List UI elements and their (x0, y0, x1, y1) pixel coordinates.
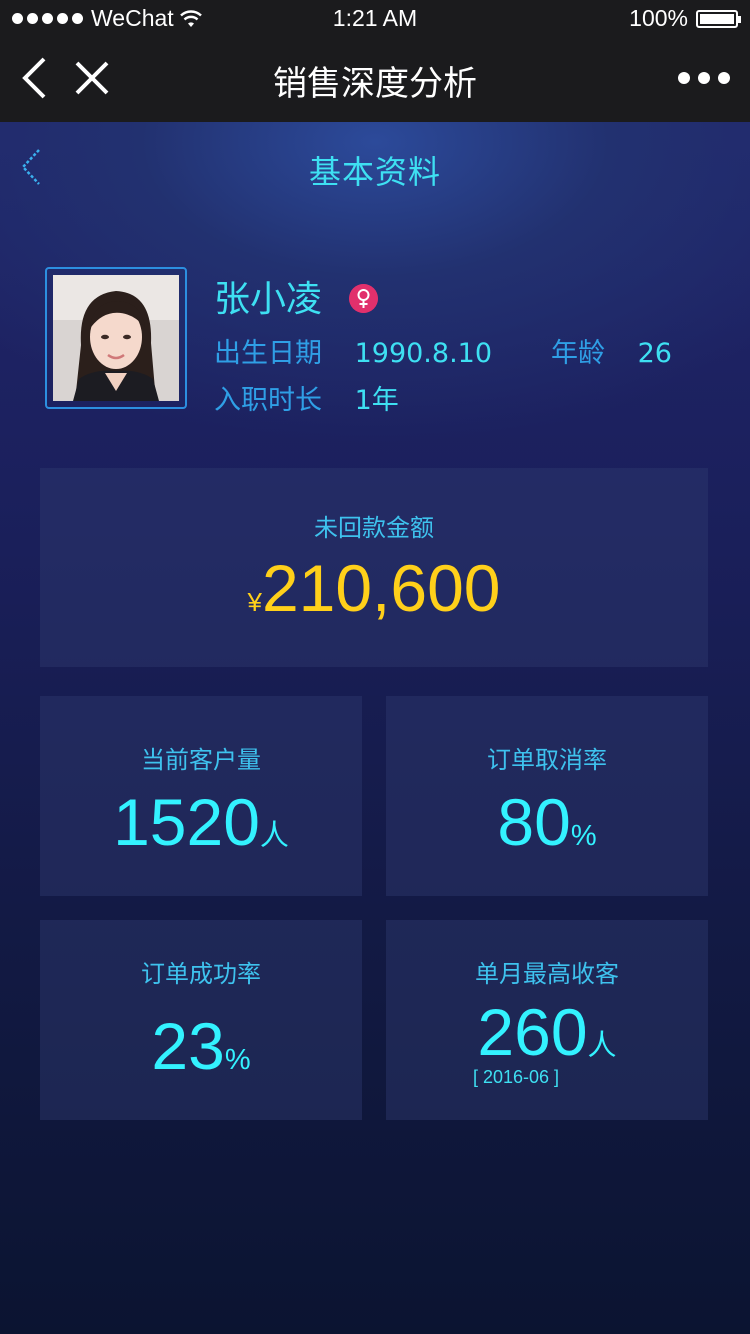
stat-date: [ 2016-06 ] (472, 1067, 560, 1087)
stat-label: 单月最高收客 (475, 960, 619, 988)
unpaid-amount-card: 未回款金额 ¥210,600 (40, 468, 708, 667)
battery-group: 100% (629, 5, 741, 32)
female-icon (349, 284, 378, 313)
birth-value: 1990.8.10 (354, 338, 493, 369)
stat-value: 80 (497, 785, 571, 859)
stat-label: 订单成功率 (141, 960, 261, 988)
tenure-label: 入职时长 (214, 385, 322, 416)
stat-value: 23 (151, 1009, 225, 1083)
avatar-frame (45, 267, 187, 409)
battery-percent: 100% (629, 5, 688, 31)
stat-unit: 人 (259, 820, 289, 852)
currency-symbol: ¥ (247, 587, 262, 617)
birth-row: 出生日期 1990.8.10 (214, 331, 492, 370)
age-row: 年龄 26 (551, 331, 672, 370)
unpaid-amount: ¥210,600 (40, 550, 708, 626)
stat-unit: % (224, 1044, 251, 1076)
stat-value-group: 260人 (386, 994, 708, 1070)
stat-card-success-rate: 订单成功率 23% (40, 920, 362, 1120)
stat-unit: 人 (587, 1030, 617, 1062)
tenure-value: 1年 (354, 385, 399, 416)
avatar (53, 275, 179, 401)
stat-value: 260 (477, 995, 588, 1069)
nav-bar: 销售深度分析 (0, 38, 750, 122)
age-label: 年龄 (551, 338, 605, 369)
stat-card-current-customers: 当前客户量 1520人 (40, 696, 362, 896)
content-area: 基本资料 张小凌 出生日期 1990.8.10 年龄 26 入职时长 1年 未回… (0, 122, 750, 1334)
stat-value: 1520 (113, 785, 260, 859)
stat-value-group: 80% (386, 784, 708, 860)
stat-label: 订单取消率 (487, 746, 607, 774)
section-title: 基本资料 (308, 153, 441, 191)
sub-header: 基本资料 (0, 122, 750, 212)
tenure-row: 入职时长 1年 (214, 378, 399, 417)
employee-name: 张小凌 (214, 279, 323, 320)
stat-card-cancel-rate: 订单取消率 80% (386, 696, 708, 896)
stat-value-group: 23% (40, 1008, 362, 1084)
stat-unit: % (570, 820, 597, 852)
page-title: 销售深度分析 (273, 64, 477, 104)
status-bar: WeChat 1:21 AM 100% (0, 0, 750, 38)
stat-card-monthly-max: 单月最高收客 260人 [ 2016-06 ] (386, 920, 708, 1120)
unpaid-amount-value: 210,600 (261, 551, 501, 625)
birth-label: 出生日期 (214, 338, 322, 369)
stat-label: 当前客户量 (141, 746, 261, 774)
stat-value-group: 1520人 (40, 784, 362, 860)
age-value: 26 (637, 338, 672, 369)
battery-icon (696, 9, 741, 28)
more-dots-icon[interactable] (678, 72, 730, 84)
unpaid-label: 未回款金额 (314, 514, 434, 542)
